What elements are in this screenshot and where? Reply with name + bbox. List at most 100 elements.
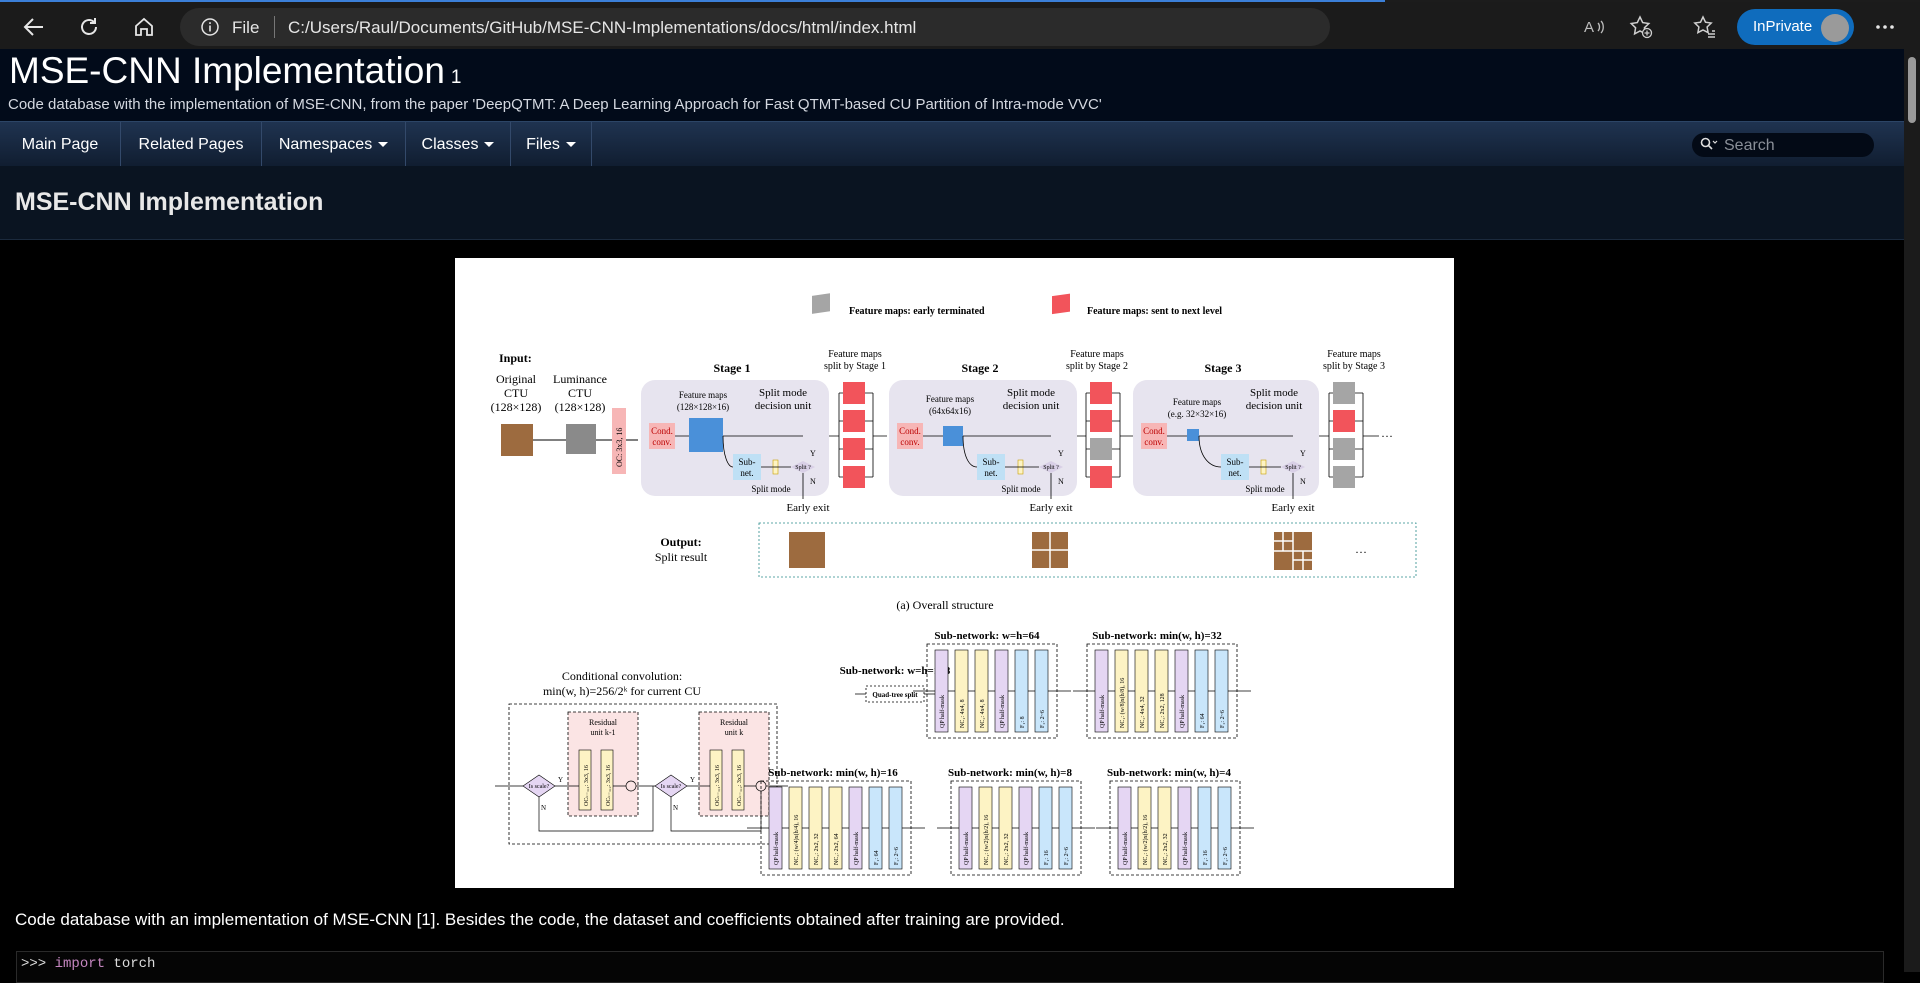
subnetwork-8-title: Sub-network: min(w, h)=8: [948, 767, 1072, 779]
subnetwork-64-layer-label: F₂: 2~6: [1040, 710, 1046, 728]
add-favorite-icon[interactable]: [1628, 14, 1654, 40]
svg-text:Feature maps: early terminated: Feature maps: early terminated: [849, 306, 985, 317]
subnetwork-8-layer-label: F₁: 16: [1044, 850, 1050, 865]
input-label: Input:: [499, 351, 532, 365]
svg-text:Is scale?: Is scale?: [529, 784, 550, 790]
subnetwork-16-layer-label: NC₂: 2x2, 32: [814, 833, 820, 865]
back-button[interactable]: [16, 10, 52, 44]
nav-files-label: Files: [526, 135, 560, 153]
caret-down-icon: [565, 142, 576, 147]
subnetwork-8-layer-label: NC₁: (w/2)x(h/2), 16: [983, 815, 990, 865]
url-text[interactable]: C:/Users/Raul/Documents/GitHub/MSE-CNN-I…: [288, 18, 916, 38]
subnetwork-4-layer-label: QP half-mask: [1122, 832, 1129, 865]
search-input[interactable]: [1722, 136, 1866, 156]
orig-ctu-line3: (128×128): [491, 400, 542, 414]
svg-text:Residual: Residual: [589, 718, 618, 727]
nav-related-pages[interactable]: Related Pages: [121, 122, 262, 167]
svg-text:Feature maps: Feature maps: [828, 349, 882, 360]
subnetwork-64-layer-label: F₁: 8: [1020, 716, 1026, 728]
subnetwork-32-layer-label: QP half-mask: [1099, 695, 1106, 728]
svg-text:Early exit: Early exit: [1271, 502, 1314, 514]
nav-files[interactable]: Files: [511, 122, 592, 167]
inprivate-button[interactable]: InPrivate: [1737, 9, 1854, 45]
svg-text:Stage 3: Stage 3: [1205, 361, 1242, 375]
search-box[interactable]: [1692, 133, 1874, 157]
favorites-icon[interactable]: [1692, 14, 1718, 40]
read-aloud-icon[interactable]: A: [1582, 14, 1608, 40]
search-icon[interactable]: [1700, 137, 1718, 156]
svg-text:Sub-: Sub-: [982, 457, 999, 467]
svg-text:Cond.: Cond.: [651, 426, 673, 436]
doc-title-area: MSE-CNN Implementation 1 Code database wi…: [0, 49, 1904, 121]
svg-text:Sub-: Sub-: [1226, 457, 1243, 467]
stage-1: Stage 1 Feature maps (128×128×16) Split …: [641, 361, 830, 514]
subnetwork-4-layer-label: NC₂: 2x2, 32: [1163, 833, 1169, 865]
svg-text:A: A: [1584, 19, 1594, 36]
svg-text:Split mode: Split mode: [1250, 387, 1298, 399]
svg-text:Y: Y: [1300, 449, 1306, 458]
page-title: MSE-CNN Implementation: [15, 188, 324, 216]
subnetwork-64-layer-label: NC₁: 4x4, 8: [960, 699, 966, 728]
svg-text:Split mode: Split mode: [759, 387, 807, 399]
stage-ellipsis: ···: [1381, 429, 1393, 443]
subnetwork-32-layer-label: F₁: 64: [1200, 713, 1206, 728]
conditional-convolution: Conditional convolution: min(w, h)=256/2…: [495, 669, 788, 845]
subnetwork-16-layer-label: QP half-mask: [773, 832, 780, 865]
svg-text:unit k: unit k: [725, 728, 743, 737]
caret-down-icon: [484, 142, 495, 147]
main-nav: Main Page Related Pages Namespaces Class…: [0, 121, 1904, 167]
subnetwork-4-layer-label: F₂: 2~6: [1223, 847, 1229, 865]
subnetwork-8-layer-label: QP half-mask: [963, 832, 970, 865]
home-button[interactable]: [126, 10, 162, 44]
svg-text:N: N: [541, 804, 546, 812]
subnetwork-4-layer-label: F₁: 16: [1203, 850, 1209, 865]
svg-text:Cond.: Cond.: [1143, 426, 1165, 436]
svg-text:net.: net.: [1228, 468, 1241, 478]
subnetwork-32: Sub-network: min(w, h)=32 QP half-mask NC₁…: [1073, 630, 1251, 739]
project-number: 1: [450, 67, 462, 88]
subnetwork-32-title: Sub-network: min(w, h)=32: [1092, 630, 1222, 642]
svg-text:Is scale?: Is scale?: [661, 784, 682, 790]
address-bar[interactable]: File C:/Users/Raul/Documents/GitHub/MSE-…: [180, 8, 1330, 46]
svg-text:Feature maps: Feature maps: [1173, 397, 1222, 407]
browser-toolbar: File C:/Users/Raul/Documents/GitHub/MSE-…: [0, 2, 1920, 49]
subnetwork-64-title: Sub-network: w=h=64: [934, 630, 1040, 642]
refresh-button[interactable]: [71, 10, 107, 44]
back-arrow-icon: [23, 18, 43, 36]
lum-ctu-line1: Luminance: [553, 372, 607, 386]
more-menu-icon[interactable]: [1872, 14, 1898, 40]
stage-2: Stage 2 Feature maps (64x64x16) Split mo…: [889, 361, 1077, 514]
nav-main-page[interactable]: Main Page: [0, 122, 121, 167]
svg-text:N: N: [1058, 477, 1064, 486]
caret-down-icon: [378, 142, 389, 147]
svg-text:Sub-: Sub-: [738, 457, 755, 467]
svg-text:Split mode: Split mode: [751, 484, 790, 494]
svg-text:conv.: conv.: [900, 437, 919, 447]
svg-text:Sub-network: w=h=128: Sub-network: w=h=128: [840, 665, 951, 677]
svg-text:Stage 1: Stage 1: [714, 361, 751, 375]
architecture-figure: Feature maps: early terminated Feature m…: [455, 258, 1454, 888]
subnetwork-4-title: Sub-network: min(w, h)=4: [1107, 767, 1231, 779]
project-brief: Code database with the implementation of…: [8, 96, 1102, 113]
subnetwork-8-layer-label: F₂: 2~6: [1064, 847, 1070, 865]
svg-text:Feature maps: Feature maps: [926, 394, 975, 404]
svg-text:Feature maps: Feature maps: [1070, 349, 1124, 360]
project-name: MSE-CNN Implementation 1: [9, 50, 462, 91]
nav-classes[interactable]: Classes: [406, 122, 511, 167]
home-icon: [135, 17, 153, 36]
subnetwork-16-layer-label: F₁: 64: [874, 850, 880, 865]
svg-text:(128×128×16): (128×128×16): [677, 402, 729, 412]
nav-namespaces[interactable]: Namespaces: [262, 122, 406, 167]
subnetwork-4-layer-label: NC₁: (w/2)x(h/2), 16: [1142, 815, 1149, 865]
svg-text:min(w, h)=256/2ᵏ for current C: min(w, h)=256/2ᵏ for current CU: [543, 684, 701, 698]
svg-text:Stage 2: Stage 2: [962, 361, 999, 375]
scrollbar-thumb[interactable]: [1908, 57, 1916, 123]
inprivate-label: InPrivate: [1753, 18, 1813, 35]
svg-text:net.: net.: [740, 468, 753, 478]
nav-classes-label: Classes: [421, 135, 479, 153]
svg-text:OCₖ₋₁,₁: 3x3, 16: OCₖ₋₁,₁: 3x3, 16: [715, 765, 721, 806]
page-scrollbar[interactable]: [1904, 49, 1920, 972]
output-row: Output: Split result ··· (a) Overall str…: [655, 522, 1417, 612]
info-icon[interactable]: [200, 17, 220, 42]
svg-text:N: N: [673, 804, 678, 812]
